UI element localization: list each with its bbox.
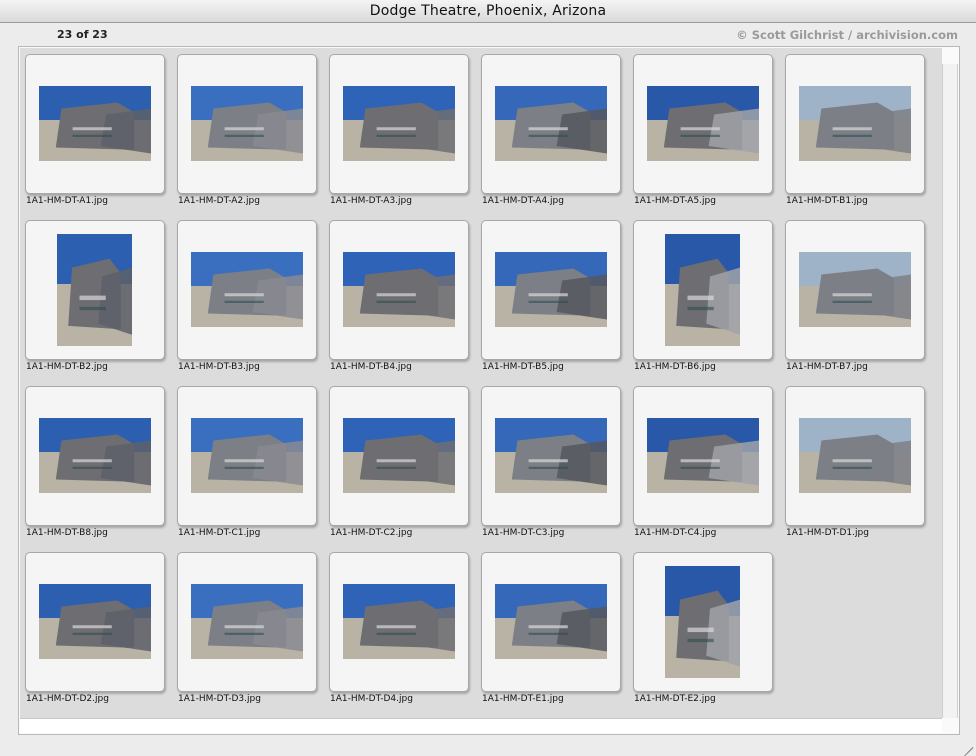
thumbnail-filename: 1A1-HM-DT-C4.jpg	[634, 528, 717, 538]
thumbnail-filename: 1A1-HM-DT-B1.jpg	[786, 196, 868, 206]
thumbnail-card[interactable]	[25, 386, 165, 526]
info-bar: 23 of 23 © Scott Gilchrist / archivision…	[18, 24, 958, 46]
resize-grip-icon[interactable]	[960, 737, 974, 756]
thumbnail-card[interactable]	[329, 220, 469, 360]
thumbnail-image[interactable]	[343, 86, 455, 161]
thumbnail-image[interactable]	[343, 584, 455, 659]
thumbnail-card[interactable]	[177, 386, 317, 526]
thumbnail-filename: 1A1-HM-DT-B6.jpg	[634, 362, 716, 372]
thumbnail-filename: 1A1-HM-DT-D3.jpg	[178, 694, 261, 704]
thumbnail-card[interactable]	[785, 220, 925, 360]
thumbnail-image[interactable]	[343, 418, 455, 493]
thumbnail-image[interactable]	[495, 252, 607, 327]
thumbnail-card[interactable]	[177, 552, 317, 692]
thumbnail-card[interactable]	[329, 54, 469, 194]
thumbnail-image[interactable]	[647, 418, 759, 493]
thumbnail-filename: 1A1-HM-DT-A2.jpg	[178, 196, 260, 206]
thumbnail-image[interactable]	[191, 252, 303, 327]
thumbnail-image[interactable]	[665, 566, 740, 678]
thumbnail-image[interactable]	[39, 86, 151, 161]
thumbnail-card[interactable]	[25, 220, 165, 360]
thumbnail-card[interactable]	[329, 552, 469, 692]
window-title: Dodge Theatre, Phoenix, Arizona	[0, 0, 976, 23]
thumbnail-filename: 1A1-HM-DT-D4.jpg	[330, 694, 413, 704]
thumbnail-image[interactable]	[191, 418, 303, 493]
thumbnail-card[interactable]	[177, 220, 317, 360]
thumbnail-image[interactable]	[191, 86, 303, 161]
thumbnail-filename: 1A1-HM-DT-B7.jpg	[786, 362, 868, 372]
photo-credit: © Scott Gilchrist / archivision.com	[736, 28, 958, 42]
thumbnail-filename: 1A1-HM-DT-C1.jpg	[178, 528, 261, 538]
thumbnail-image[interactable]	[495, 418, 607, 493]
thumbnail-card[interactable]	[481, 386, 621, 526]
thumbnail-filename: 1A1-HM-DT-E2.jpg	[634, 694, 716, 704]
thumbnail-image[interactable]	[647, 86, 759, 161]
thumbnail-card[interactable]	[633, 220, 773, 360]
thumbnail-card[interactable]	[481, 220, 621, 360]
thumbnail-image[interactable]	[799, 86, 911, 161]
thumbnail-filename: 1A1-HM-DT-B3.jpg	[178, 362, 260, 372]
thumbnail-card[interactable]	[785, 54, 925, 194]
thumbnail-card[interactable]	[633, 386, 773, 526]
thumbnail-card[interactable]	[633, 54, 773, 194]
thumbnail-filename: 1A1-HM-DT-A5.jpg	[634, 196, 716, 206]
thumbnail-filename: 1A1-HM-DT-C2.jpg	[330, 528, 413, 538]
horizontal-scrollbar[interactable]	[20, 718, 942, 733]
thumbnail-filename: 1A1-HM-DT-C3.jpg	[482, 528, 565, 538]
thumbnail-filename: 1A1-HM-DT-A1.jpg	[26, 196, 108, 206]
thumbnail-card[interactable]	[177, 54, 317, 194]
thumbnail-filename: 1A1-HM-DT-B8.jpg	[26, 528, 108, 538]
thumbnail-image[interactable]	[799, 418, 911, 493]
thumbnail-card[interactable]	[329, 386, 469, 526]
vertical-scrollbar[interactable]	[942, 64, 958, 718]
thumbnail-image[interactable]	[39, 418, 151, 493]
thumbnail-image[interactable]	[665, 234, 740, 346]
thumbnail-image[interactable]	[191, 584, 303, 659]
thumbnail-card[interactable]	[481, 552, 621, 692]
thumbnail-card[interactable]	[25, 552, 165, 692]
thumbnail-filename: 1A1-HM-DT-D2.jpg	[26, 694, 109, 704]
thumbnail-image[interactable]	[495, 584, 607, 659]
thumbnail-image[interactable]	[57, 234, 132, 346]
thumbnail-image[interactable]	[39, 584, 151, 659]
thumbnail-card[interactable]	[481, 54, 621, 194]
thumbnail-image[interactable]	[495, 86, 607, 161]
thumbnail-filename: 1A1-HM-DT-D1.jpg	[786, 528, 869, 538]
thumbnail-filename: 1A1-HM-DT-B2.jpg	[26, 362, 108, 372]
thumbnail-image[interactable]	[343, 252, 455, 327]
thumbnail-card[interactable]	[785, 386, 925, 526]
thumbnail-card[interactable]	[25, 54, 165, 194]
thumbnail-card[interactable]	[633, 552, 773, 692]
thumbnail-filename: 1A1-HM-DT-E1.jpg	[482, 694, 564, 704]
thumbnail-filename: 1A1-HM-DT-A3.jpg	[330, 196, 412, 206]
thumbnail-image[interactable]	[799, 252, 911, 327]
thumbnail-filename: 1A1-HM-DT-B5.jpg	[482, 362, 564, 372]
image-counter: 23 of 23	[57, 28, 108, 41]
thumbnail-filename: 1A1-HM-DT-B4.jpg	[330, 362, 412, 372]
thumbnail-filename: 1A1-HM-DT-A4.jpg	[482, 196, 564, 206]
